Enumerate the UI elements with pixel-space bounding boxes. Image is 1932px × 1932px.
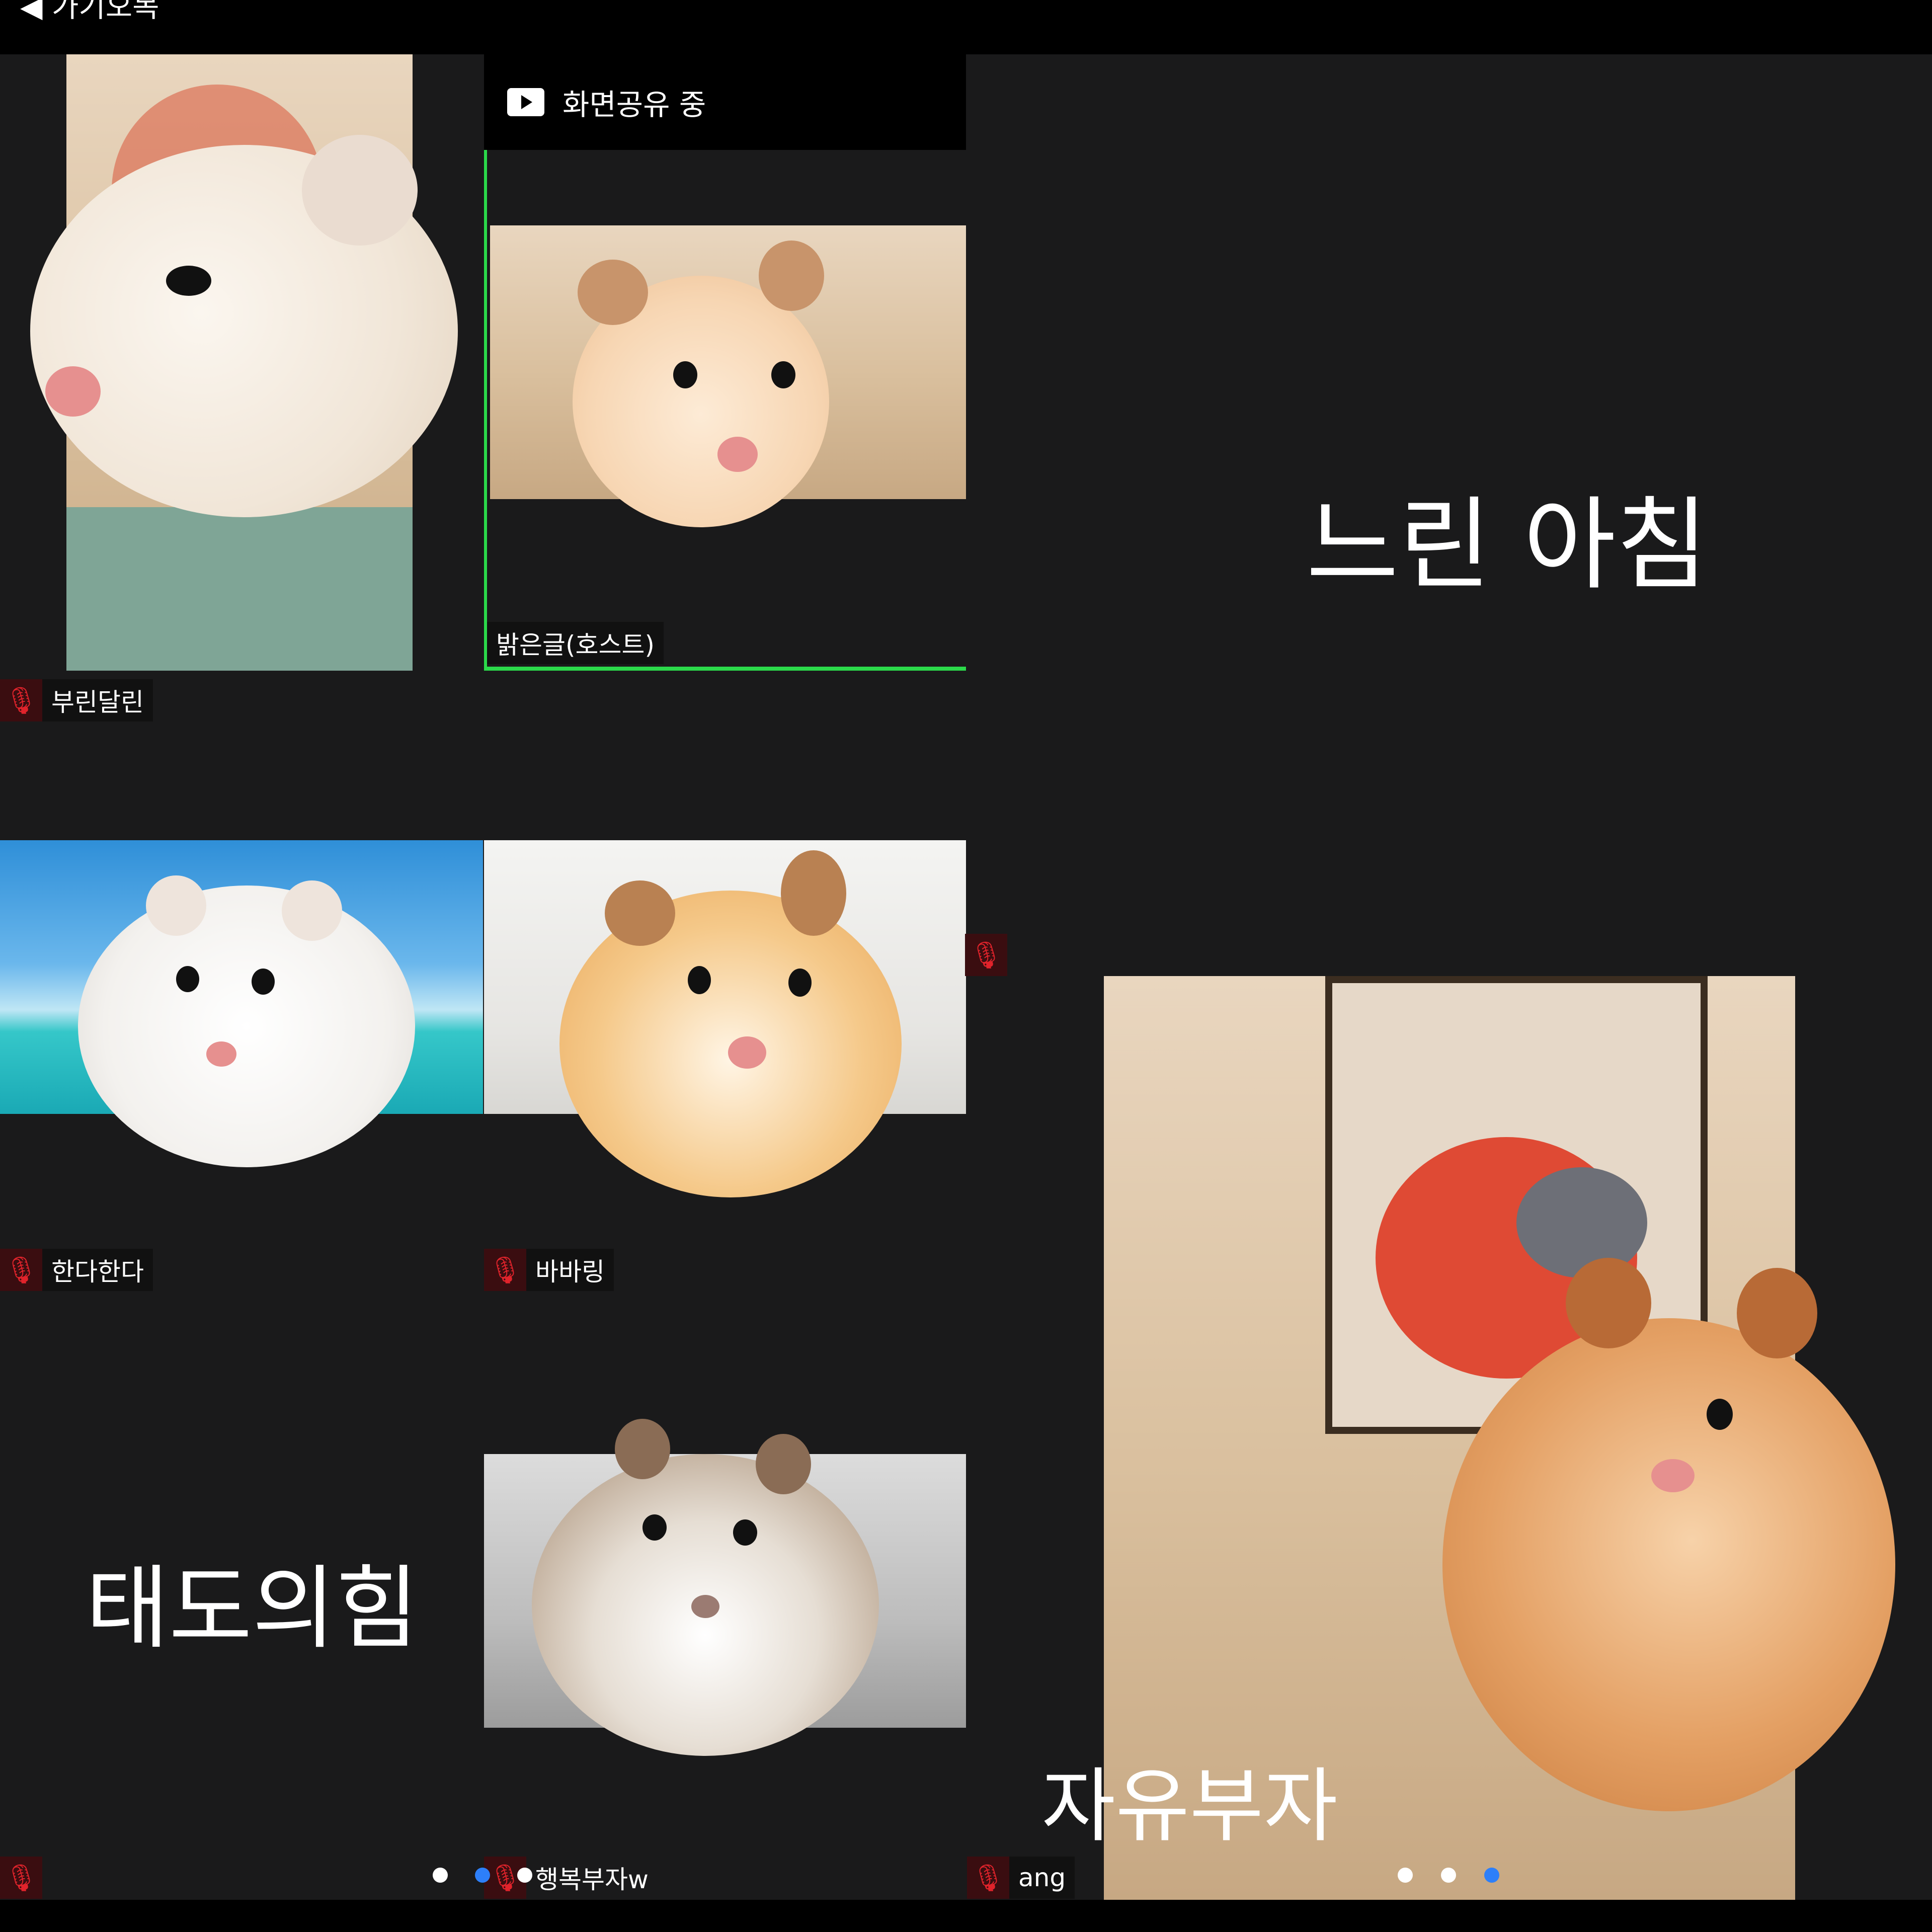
hamster-ear	[146, 875, 206, 936]
screen-share-banner: 화면공유 중	[484, 54, 966, 150]
hamster-ear	[302, 135, 418, 246]
participant-name: 부린달린	[42, 679, 153, 721]
overlay-text-rich-freedom: 자유부자	[1041, 1759, 1338, 1853]
hamster-nose	[691, 1595, 719, 1618]
muted-mic-icon: 🎙	[484, 1249, 526, 1291]
screen-share-icon	[507, 88, 544, 116]
participant-name: 한다한다	[42, 1249, 153, 1291]
page-dot-active[interactable]	[475, 1868, 490, 1883]
hamster-ear	[282, 880, 342, 941]
page-dot[interactable]	[1441, 1868, 1456, 1883]
hamster-nose	[1651, 1459, 1695, 1492]
page-dot[interactable]	[1398, 1868, 1413, 1883]
hamster-eye	[1707, 1399, 1733, 1430]
participant-label: 🎙 한다한다	[0, 1249, 153, 1291]
muted-mic-icon: 🎙	[0, 1249, 42, 1291]
participant-label: 🎙 ang	[967, 1857, 1075, 1899]
hamster-eye	[673, 361, 697, 388]
hamster-ear	[756, 1434, 811, 1494]
participant-label: 밝은글(호스트)	[487, 622, 664, 664]
participant-label: 🎙	[0, 1857, 42, 1899]
hamster-ear	[1566, 1258, 1651, 1348]
hamster-ear	[578, 260, 648, 325]
muted-mic-icon: 🎙	[967, 1857, 1009, 1899]
participant-name: 바바링	[526, 1249, 614, 1291]
video-tile-host[interactable]: 밝은글(호스트)	[484, 150, 966, 671]
hamster-nose	[45, 366, 101, 417]
hamster-ear	[615, 1419, 670, 1479]
hamster-nose	[206, 1041, 236, 1067]
overlay-text-slow-morning: 느린 아침	[1306, 487, 1709, 604]
hamster-eye	[642, 1514, 667, 1541]
overlay-text-attitude: 태도의힘	[86, 1556, 419, 1661]
hamster-image	[78, 886, 415, 1167]
hamster-eye	[771, 361, 795, 388]
muted-mic-icon: 🎙	[0, 1857, 42, 1899]
hamster-eye	[733, 1519, 757, 1546]
hamster-image	[1442, 1318, 1895, 1811]
hamster-eye	[252, 969, 275, 995]
video-tile-burindalin[interactable]: 🎙 부린달린	[0, 54, 483, 721]
screen-share-text: 화면공유 중	[562, 88, 706, 122]
participant-label: 🎙 부린달린	[0, 679, 153, 721]
hamster-eye	[788, 969, 812, 997]
page-dot-active[interactable]	[1484, 1868, 1499, 1883]
page-dot[interactable]	[433, 1868, 448, 1883]
hamster-nose	[717, 437, 758, 472]
back-button[interactable]: ◀ 가기오목	[20, 0, 159, 25]
video-tile-babaring[interactable]: 🎙 바바링	[484, 840, 966, 1291]
hamster-eye	[688, 966, 711, 994]
video-tile-haengbokbuja[interactable]: 🎙 행복부자w	[484, 1419, 966, 1900]
hamster-ear	[781, 850, 846, 936]
muted-mic-icon: 🎙	[965, 934, 1007, 976]
participant-name: ang	[1009, 1857, 1075, 1899]
muted-mic-icon: 🎙	[0, 679, 42, 721]
hamster-ear	[605, 880, 675, 946]
participant-name: 밝은글(호스트)	[487, 622, 664, 664]
participant-name: 행복부자w	[535, 1865, 649, 1894]
participant-label: 🎙 바바링	[484, 1249, 614, 1291]
hamster-eye	[176, 966, 199, 992]
page-dot[interactable]	[517, 1868, 532, 1883]
video-tile-handahanda[interactable]: 🎙 한다한다	[0, 840, 483, 1291]
hamster-ear	[1737, 1268, 1817, 1358]
bottom-bar	[0, 1900, 1932, 1932]
hamster-eye	[166, 266, 211, 296]
hamster-nose	[728, 1036, 766, 1069]
top-bar: ◀ 가기오목	[0, 0, 1932, 54]
hamster-ear	[759, 240, 824, 311]
participant-label: 🎙 행복부자w	[484, 1857, 658, 1899]
